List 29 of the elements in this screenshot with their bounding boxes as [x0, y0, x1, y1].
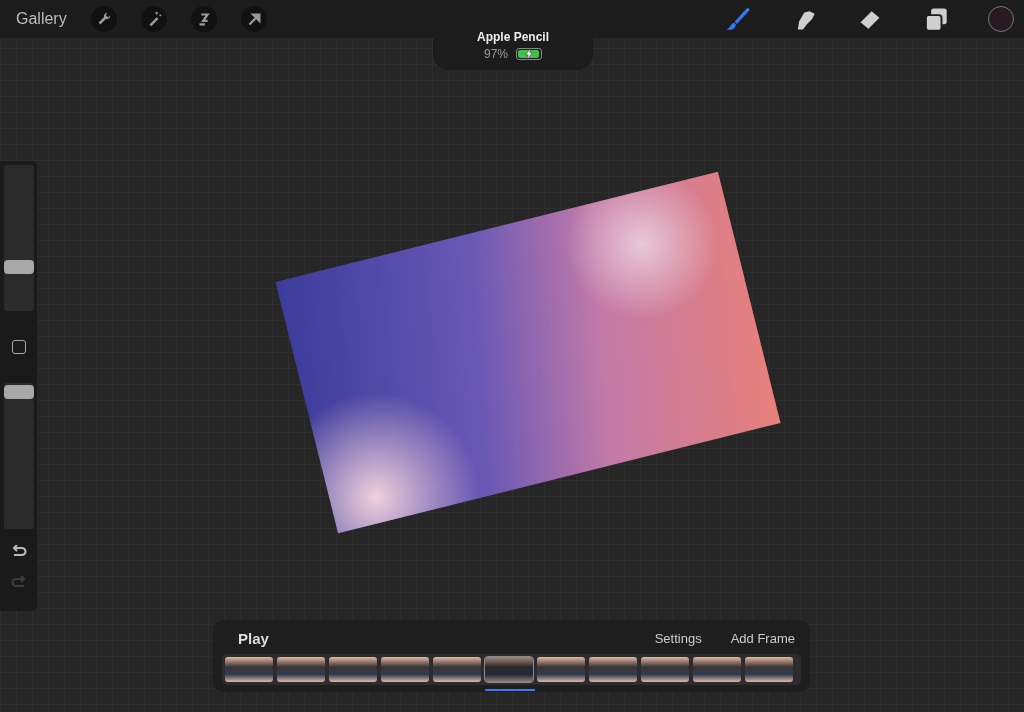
frame-thumbnail[interactable]	[329, 657, 377, 682]
battery-icon	[516, 47, 542, 60]
brush-icon[interactable]	[724, 6, 750, 32]
frame-thumbnail[interactable]	[745, 657, 793, 682]
toolbar-button[interactable]	[140, 6, 167, 32]
frame-thumbnail[interactable]	[693, 657, 741, 682]
device-name: Apple Pencil	[477, 29, 549, 44]
frame-thumbnail[interactable]	[381, 657, 429, 682]
selection-indicator	[485, 689, 535, 691]
frame-thumbnail[interactable]	[433, 657, 481, 682]
modify-button[interactable]	[11, 340, 26, 354]
toolbar-button[interactable]	[190, 6, 217, 32]
add-frame-button[interactable]: Add Frame	[730, 631, 795, 646]
frame-thumbnail[interactable]	[485, 657, 533, 682]
settings-button[interactable]: Settings	[654, 631, 702, 646]
frame-thumbnail[interactable]	[277, 657, 325, 682]
frame-thumbnail[interactable]	[589, 657, 637, 682]
frame-thumbnail[interactable]	[537, 657, 585, 682]
frame-thumbnail[interactable]	[225, 657, 273, 682]
color-swatch[interactable]	[988, 6, 1014, 32]
undo-icon[interactable]	[10, 545, 27, 559]
gallery-button[interactable]: Gallery	[16, 10, 67, 28]
toolbar-button[interactable]	[240, 6, 267, 32]
battery-percent: 97%	[484, 46, 508, 61]
play-button[interactable]: Play	[238, 630, 269, 647]
slider-handle[interactable]	[3, 384, 34, 399]
frame-thumbnail[interactable]	[641, 657, 689, 682]
toolbar-button[interactable]	[90, 6, 117, 32]
slider-handle[interactable]	[3, 260, 34, 275]
